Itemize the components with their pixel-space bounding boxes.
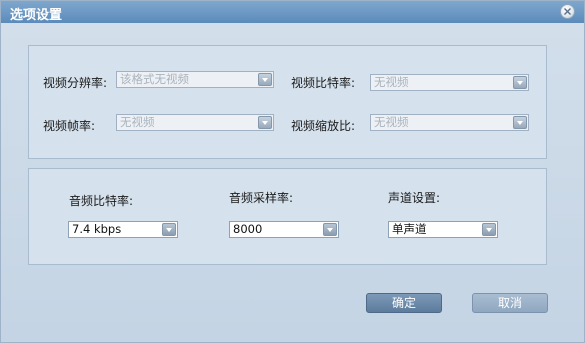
video-resolution-select[interactable]: 该格式无视频 bbox=[116, 71, 274, 88]
video-framerate-value: 无视频 bbox=[120, 115, 155, 129]
video-aspect-label: 视频缩放比: bbox=[291, 119, 356, 133]
audio-bitrate-label: 音频比特率: bbox=[69, 194, 134, 208]
audio-channels-label: 声道设置: bbox=[388, 191, 441, 205]
video-bitrate-select[interactable]: 无视频 bbox=[370, 74, 529, 91]
chevron-down-icon[interactable] bbox=[162, 223, 176, 236]
chevron-down-icon[interactable] bbox=[513, 76, 527, 89]
ok-button[interactable]: 确定 bbox=[366, 293, 442, 313]
chevron-down-icon[interactable] bbox=[513, 116, 527, 129]
dialog-title: 选项设置 bbox=[10, 8, 63, 23]
chevron-down-icon[interactable] bbox=[482, 223, 496, 236]
audio-bitrate-value: 7.4 kbps bbox=[72, 222, 122, 236]
video-aspect-select[interactable]: 无视频 bbox=[370, 114, 529, 131]
chevron-down-icon[interactable] bbox=[258, 73, 272, 86]
audio-samplerate-label: 音频采样率: bbox=[229, 191, 294, 205]
audio-bitrate-select[interactable]: 7.4 kbps bbox=[68, 221, 178, 238]
video-framerate-select[interactable]: 无视频 bbox=[116, 114, 274, 131]
audio-channels-select[interactable]: 单声道 bbox=[388, 221, 498, 238]
video-bitrate-label: 视频比特率: bbox=[291, 76, 356, 90]
options-dialog: 选项设置 视频分辨率: 该格式无视频 视频比特率: 无视频 视频帧率: 无视频 … bbox=[0, 0, 585, 343]
audio-settings-group bbox=[28, 168, 547, 265]
audio-samplerate-select[interactable]: 8000 bbox=[229, 221, 339, 238]
audio-channels-value: 单声道 bbox=[392, 222, 427, 236]
close-button[interactable] bbox=[560, 4, 575, 19]
close-icon bbox=[564, 8, 571, 15]
video-resolution-value: 该格式无视频 bbox=[120, 72, 189, 86]
chevron-down-icon[interactable] bbox=[258, 116, 272, 129]
video-aspect-value: 无视频 bbox=[374, 115, 409, 129]
chevron-down-icon[interactable] bbox=[323, 223, 337, 236]
video-settings-group bbox=[28, 45, 547, 159]
video-bitrate-value: 无视频 bbox=[374, 75, 409, 89]
video-framerate-label: 视频帧率: bbox=[43, 119, 96, 133]
video-resolution-label: 视频分辨率: bbox=[43, 76, 108, 90]
cancel-button[interactable]: 取消 bbox=[472, 293, 548, 313]
title-bar: 选项设置 bbox=[1, 1, 584, 23]
audio-samplerate-value: 8000 bbox=[233, 222, 263, 236]
